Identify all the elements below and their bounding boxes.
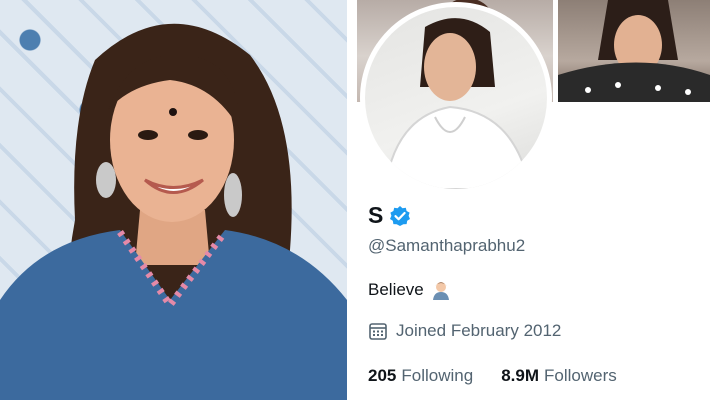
bio-row: Believe [368,280,451,300]
followers-link[interactable]: 8.9M Followers [501,366,617,386]
followers-count: 8.9M [501,366,539,385]
bio-text: Believe [368,280,424,299]
following-count: 205 [368,366,397,385]
person-illustration [0,23,347,400]
display-name: S [368,202,384,228]
verified-badge-icon[interactable] [389,205,411,227]
avatar-image [365,7,547,189]
followers-label: Followers [543,366,617,385]
header-banner-image-secondary[interactable] [558,0,710,102]
following-link[interactable]: 205 Following [368,366,473,386]
follow-stats: 205 Following 8.9M Followers [368,366,617,386]
calendar-icon [368,321,388,341]
joined-date-row: Joined February 2012 [368,321,561,341]
display-name-row: S [368,202,411,229]
profile-avatar[interactable] [360,2,552,194]
joined-date-text: Joined February 2012 [396,321,562,340]
user-handle: @Samanthaprabhu2 [368,236,526,255]
following-label: Following [401,366,474,385]
person-emoji-icon [431,280,451,300]
panel-divider [347,0,355,400]
profile-photo-left [0,0,347,400]
